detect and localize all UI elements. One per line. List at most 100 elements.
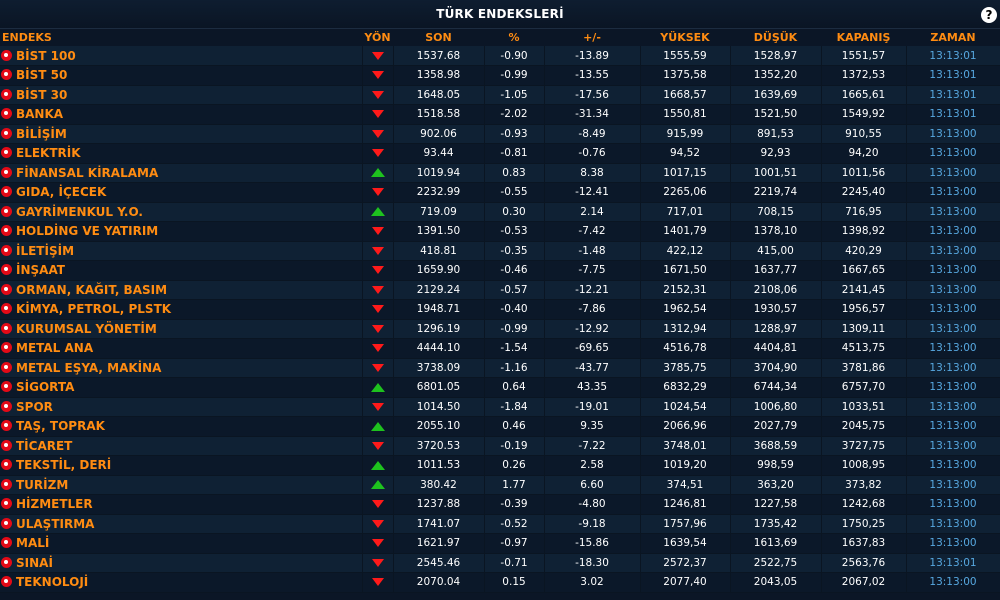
table-row[interactable]: BİLİŞİM 902.06 -0.93 -8.49 915,99 891,53 910,5… — [0, 124, 1000, 144]
index-name[interactable]: KİMYA, PETROL, PLSTK — [16, 302, 171, 316]
index-name-cell[interactable]: BİST 30 — [0, 85, 363, 105]
time-cell: 13:13:01 — [906, 104, 1000, 125]
index-name[interactable]: HOLDİNG VE YATIRIM — [16, 224, 158, 238]
col-header-last[interactable]: SON — [393, 29, 484, 46]
table-row[interactable]: ELEKTRİK 93.44 -0.81 -0.76 94,52 92,93 94,20 13… — [0, 143, 1000, 164]
table-row[interactable]: SINAİ 2545.46 -0.71 -18.30 2572,37 2522,75 256… — [0, 553, 1000, 573]
index-name-cell[interactable]: TİCARET — [0, 436, 363, 456]
index-name-cell[interactable]: ELEKTRİK — [0, 143, 363, 164]
index-name[interactable]: SINAİ — [16, 556, 53, 570]
index-name-cell[interactable]: GAYRİMENKUL Y.O. — [0, 202, 363, 222]
index-name-cell[interactable]: GIDA, İÇECEK — [0, 182, 363, 203]
col-header-high[interactable]: YÜKSEK — [640, 29, 730, 46]
table-row[interactable]: HİZMETLER 1237.88 -0.39 -4.80 1246,81 1227,58… — [0, 494, 1000, 515]
index-name-cell[interactable]: SİGORTA — [0, 377, 363, 398]
index-name[interactable]: GAYRİMENKUL Y.O. — [16, 205, 143, 219]
table-row[interactable]: İNŞAAT 1659.90 -0.46 -7.75 1671,50 1637,77 166… — [0, 260, 1000, 281]
direction-cell — [362, 46, 394, 66]
index-name[interactable]: METAL EŞYA, MAKİNA — [16, 361, 161, 375]
table-row[interactable]: HOLDİNG VE YATIRIM 1391.50 -0.53 -7.42 1401,… — [0, 221, 1000, 242]
index-name-cell[interactable]: TEKNOLOJİ — [0, 572, 363, 593]
help-icon[interactable]: ? — [981, 7, 997, 23]
table-row[interactable]: TEKSTİL, DERİ 1011.53 0.26 2.58 1019,20 998,5… — [0, 455, 1000, 476]
index-name-cell[interactable]: BİLİŞİM — [0, 124, 363, 144]
col-header-percent[interactable]: % — [484, 29, 544, 46]
col-header-time[interactable]: ZAMAN — [906, 29, 1000, 46]
index-name-cell[interactable]: ULAŞTIRMA — [0, 514, 363, 534]
index-name-cell[interactable]: TAŞ, TOPRAK — [0, 416, 363, 437]
index-name[interactable]: HİZMETLER — [16, 497, 93, 511]
table-row[interactable]: METAL EŞYA, MAKİNA 3738.09 -1.16 -43.77 3785… — [0, 358, 1000, 378]
table-row[interactable]: SPOR 1014.50 -1.84 -19.01 1024,54 1006,80 1033… — [0, 397, 1000, 417]
index-name[interactable]: ULAŞTIRMA — [16, 517, 94, 531]
index-name-cell[interactable]: HİZMETLER — [0, 494, 363, 515]
index-name-cell[interactable]: METAL ANA — [0, 338, 363, 359]
table-row[interactable]: TİCARET 3720.53 -0.19 -7.22 3748,01 3688,59 37… — [0, 436, 1000, 456]
index-name-cell[interactable]: SPOR — [0, 397, 363, 417]
index-name-cell[interactable]: KURUMSAL YÖNETİM — [0, 319, 363, 339]
table-row[interactable]: KİMYA, PETROL, PLSTK 1948.71 -0.40 -7.86 196… — [0, 299, 1000, 320]
index-name-cell[interactable]: SINAİ — [0, 553, 363, 573]
table-row[interactable]: GAYRİMENKUL Y.O. 719.09 0.30 2.14 717,01 708,… — [0, 202, 1000, 222]
index-name-cell[interactable]: MALİ — [0, 533, 363, 554]
title-bar: TÜRK ENDEKSLERİ ? — [0, 0, 1000, 29]
index-name[interactable]: BANKA — [16, 107, 63, 121]
index-name[interactable]: İLETİŞİM — [16, 244, 74, 258]
col-header-direction[interactable]: YÖN — [362, 29, 393, 46]
index-name[interactable]: GIDA, İÇECEK — [16, 185, 106, 199]
table-row[interactable]: BİST 30 1648.05 -1.05 -17.56 1668,57 1639,69 1… — [0, 85, 1000, 105]
table-row[interactable]: GIDA, İÇECEK 2232.99 -0.55 -12.41 2265,06 221… — [0, 182, 1000, 203]
index-name[interactable]: TİCARET — [16, 439, 72, 453]
table-row[interactable]: KURUMSAL YÖNETİM 1296.19 -0.99 -12.92 1312,9… — [0, 319, 1000, 339]
index-name[interactable]: BİST 100 — [16, 49, 76, 63]
index-name-cell[interactable]: BİST 50 — [0, 65, 363, 86]
index-name[interactable]: FİNANSAL KİRALAMA — [16, 166, 158, 180]
col-header-change[interactable]: +/- — [544, 29, 640, 46]
index-name[interactable]: ORMAN, KAĞIT, BASIM — [16, 283, 167, 297]
col-header-low[interactable]: DÜŞÜK — [730, 29, 821, 46]
index-name-cell[interactable]: KİMYA, PETROL, PLSTK — [0, 299, 363, 320]
index-name[interactable]: TAŞ, TOPRAK — [16, 419, 105, 433]
index-name[interactable]: KURUMSAL YÖNETİM — [16, 322, 157, 336]
table-row[interactable]: FİNANSAL KİRALAMA 1019.94 0.83 8.38 1017,15 1… — [0, 163, 1000, 183]
index-name-cell[interactable]: İNŞAAT — [0, 260, 363, 281]
index-name[interactable]: TEKSTİL, DERİ — [16, 458, 111, 472]
table-row[interactable]: BİST 50 1358.98 -0.99 -13.55 1375,58 1352,20 1… — [0, 65, 1000, 86]
index-name[interactable]: ELEKTRİK — [16, 146, 81, 160]
table-row[interactable]: MALİ 1621.97 -0.97 -15.86 1639,54 1613,69 1637… — [0, 533, 1000, 554]
index-name[interactable]: METAL ANA — [16, 341, 93, 355]
index-name[interactable]: SİGORTA — [16, 380, 74, 394]
table-row[interactable]: TEKNOLOJİ 2070.04 0.15 3.02 2077,40 2043,05 20… — [0, 572, 1000, 593]
index-name[interactable]: TEKNOLOJİ — [16, 575, 88, 589]
index-name-cell[interactable]: METAL EŞYA, MAKİNA — [0, 358, 363, 378]
table-row[interactable]: TAŞ, TOPRAK 2055.10 0.46 9.35 2066,96 2027,79… — [0, 416, 1000, 437]
index-name-cell[interactable]: FİNANSAL KİRALAMA — [0, 163, 363, 183]
table-row[interactable]: TURİZM 380.42 1.77 6.60 374,51 363,20 373,82 13… — [0, 475, 1000, 495]
index-name[interactable]: MALİ — [16, 536, 49, 550]
table-row[interactable]: SİGORTA 6801.05 0.64 43.35 6832,29 6744,34 675… — [0, 377, 1000, 398]
table-row[interactable]: BİST 100 1537.68 -0.90 -13.89 1555,59 1528,97… — [0, 46, 1000, 66]
table-row[interactable]: METAL ANA 4444.10 -1.54 -69.65 4516,78 4404,8… — [0, 338, 1000, 359]
index-name[interactable]: BİLİŞİM — [16, 127, 67, 141]
index-name-cell[interactable]: TURİZM — [0, 475, 363, 495]
index-name-cell[interactable]: BİST 100 — [0, 46, 363, 66]
index-name-cell[interactable]: HOLDİNG VE YATIRIM — [0, 221, 363, 242]
col-header-index[interactable]: ENDEKS — [0, 29, 362, 46]
last-cell: 1014.50 — [393, 397, 485, 417]
index-name[interactable]: SPOR — [16, 400, 53, 414]
table-row[interactable]: BANKA 1518.58 -2.02 -31.34 1550,81 1521,50 154… — [0, 104, 1000, 125]
index-name[interactable]: BİST 50 — [16, 68, 67, 82]
index-name[interactable]: TURİZM — [16, 478, 68, 492]
table-row[interactable]: İLETİŞİM 418.81 -0.35 -1.48 422,12 415,00 420,… — [0, 241, 1000, 261]
high-cell: 2077,40 — [640, 572, 731, 593]
index-name-cell[interactable]: BANKA — [0, 104, 363, 125]
index-name-cell[interactable]: TEKSTİL, DERİ — [0, 455, 363, 476]
index-name[interactable]: BİST 30 — [16, 88, 67, 102]
table-row[interactable]: ORMAN, KAĞIT, BASIM 2129.24 -0.57 -12.21 215… — [0, 280, 1000, 300]
index-name[interactable]: İNŞAAT — [16, 263, 65, 277]
table-row[interactable]: ULAŞTIRMA 1741.07 -0.52 -9.18 1757,96 1735,42… — [0, 514, 1000, 534]
last-cell: 1011.53 — [393, 455, 485, 476]
index-name-cell[interactable]: İLETİŞİM — [0, 241, 363, 261]
index-name-cell[interactable]: ORMAN, KAĞIT, BASIM — [0, 280, 363, 300]
col-header-close[interactable]: KAPANIŞ — [821, 29, 906, 46]
